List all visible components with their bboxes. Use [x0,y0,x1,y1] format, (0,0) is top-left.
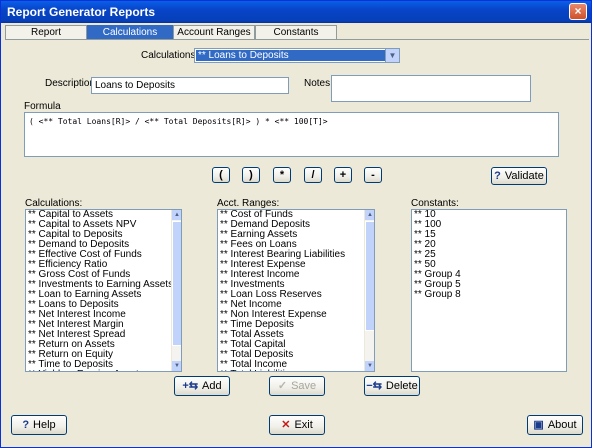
calc-select[interactable]: ** Loans to Deposits ▼ [194,48,400,63]
question-icon: ? [22,419,30,431]
scroll-up-icon[interactable]: ▲ [365,210,374,220]
formula-field[interactable]: ( <** Total Loans[R]> / <** Total Deposi… [24,112,559,157]
save-button[interactable]: ✓ Save [269,376,325,396]
exit-button[interactable]: ✕ Exit [269,415,325,435]
help-label: Help [33,419,56,431]
notes-field[interactable] [331,75,531,102]
description-label: Description [45,78,96,89]
info-window-icon: ▣ [533,419,544,431]
notes-label: Notes [304,78,331,89]
scroll-thumb[interactable] [365,221,374,331]
remove-item-icon: −⇆ [366,380,382,392]
tab-account-ranges[interactable]: Account Ranges [173,25,255,40]
acct-ranges-list[interactable]: ** Cost of Funds ** Demand Deposits ** Ear… [217,209,375,372]
calculations-list-label: Calculations: [25,198,83,209]
scroll-thumb[interactable] [172,221,181,346]
validate-button[interactable]: ? Validate [491,167,547,185]
about-label: About [547,419,577,431]
tab-constants[interactable]: Constants [255,25,337,40]
tab-divider [5,39,589,40]
constants-list[interactable]: ** 10 ** 100 ** 15 ** 20 ** 25 ** 50 ** Group … [411,209,567,372]
constants-list-label: Constants: [411,198,459,209]
checkmark-icon: ✓ [277,380,288,392]
tab-report[interactable]: Report [5,25,87,40]
formula-label: Formula [24,101,61,112]
question-icon: ? [494,170,501,182]
acct-ranges-list-label: Acct. Ranges: [217,198,280,209]
tab-calculations[interactable]: Calculations [87,25,173,40]
close-button[interactable]: × [569,3,587,20]
delete-button[interactable]: −⇆ Delete [364,376,420,396]
scroll-down-icon[interactable]: ▼ [365,361,374,371]
list-item[interactable]: ** Group 8 [412,290,566,300]
minus-button[interactable]: - [364,167,382,183]
scroll-up-icon[interactable]: ▲ [172,210,181,220]
close-icon: ✕ [281,419,291,431]
multiply-button[interactable]: * [273,167,291,183]
report-generator-window: Report Generator Reports × Report Calcul… [0,0,592,448]
window-title: Report Generator Reports [7,5,156,19]
close-paren-button[interactable]: ) [242,167,260,183]
acct-ranges-scrollbar[interactable]: ▲ ▼ [364,210,374,371]
calculations-scrollbar[interactable]: ▲ ▼ [171,210,181,371]
exit-label: Exit [294,419,313,431]
validate-label: Validate [504,170,544,182]
add-label: Add [202,380,222,392]
list-item[interactable]: ** Yield on Earning Assets [26,370,181,372]
plus-button[interactable]: + [334,167,352,183]
help-button[interactable]: ? Help [11,415,67,435]
calculations-list[interactable]: ** Capital to Assets ** Capital to Assets… [25,209,182,372]
divide-button[interactable]: / [304,167,322,183]
list-item[interactable]: ** Total Liabilities [218,370,374,372]
description-field[interactable]: Loans to Deposits [91,77,289,94]
about-button[interactable]: ▣ About [527,415,583,435]
open-paren-button[interactable]: ( [212,167,230,183]
calc-select-value: ** Loans to Deposits [196,50,386,61]
save-label: Save [291,380,317,392]
title-bar: Report Generator Reports × [1,1,591,23]
add-button[interactable]: +⇆ Add [174,376,230,396]
add-item-icon: +⇆ [182,380,199,392]
chevron-down-icon[interactable]: ▼ [385,49,399,62]
tab-strip: Report Calculations Account Ranges Const… [5,25,589,40]
delete-label: Delete [385,380,418,392]
calc-select-label: Calculations: [141,50,199,61]
scroll-down-icon[interactable]: ▼ [172,361,181,371]
